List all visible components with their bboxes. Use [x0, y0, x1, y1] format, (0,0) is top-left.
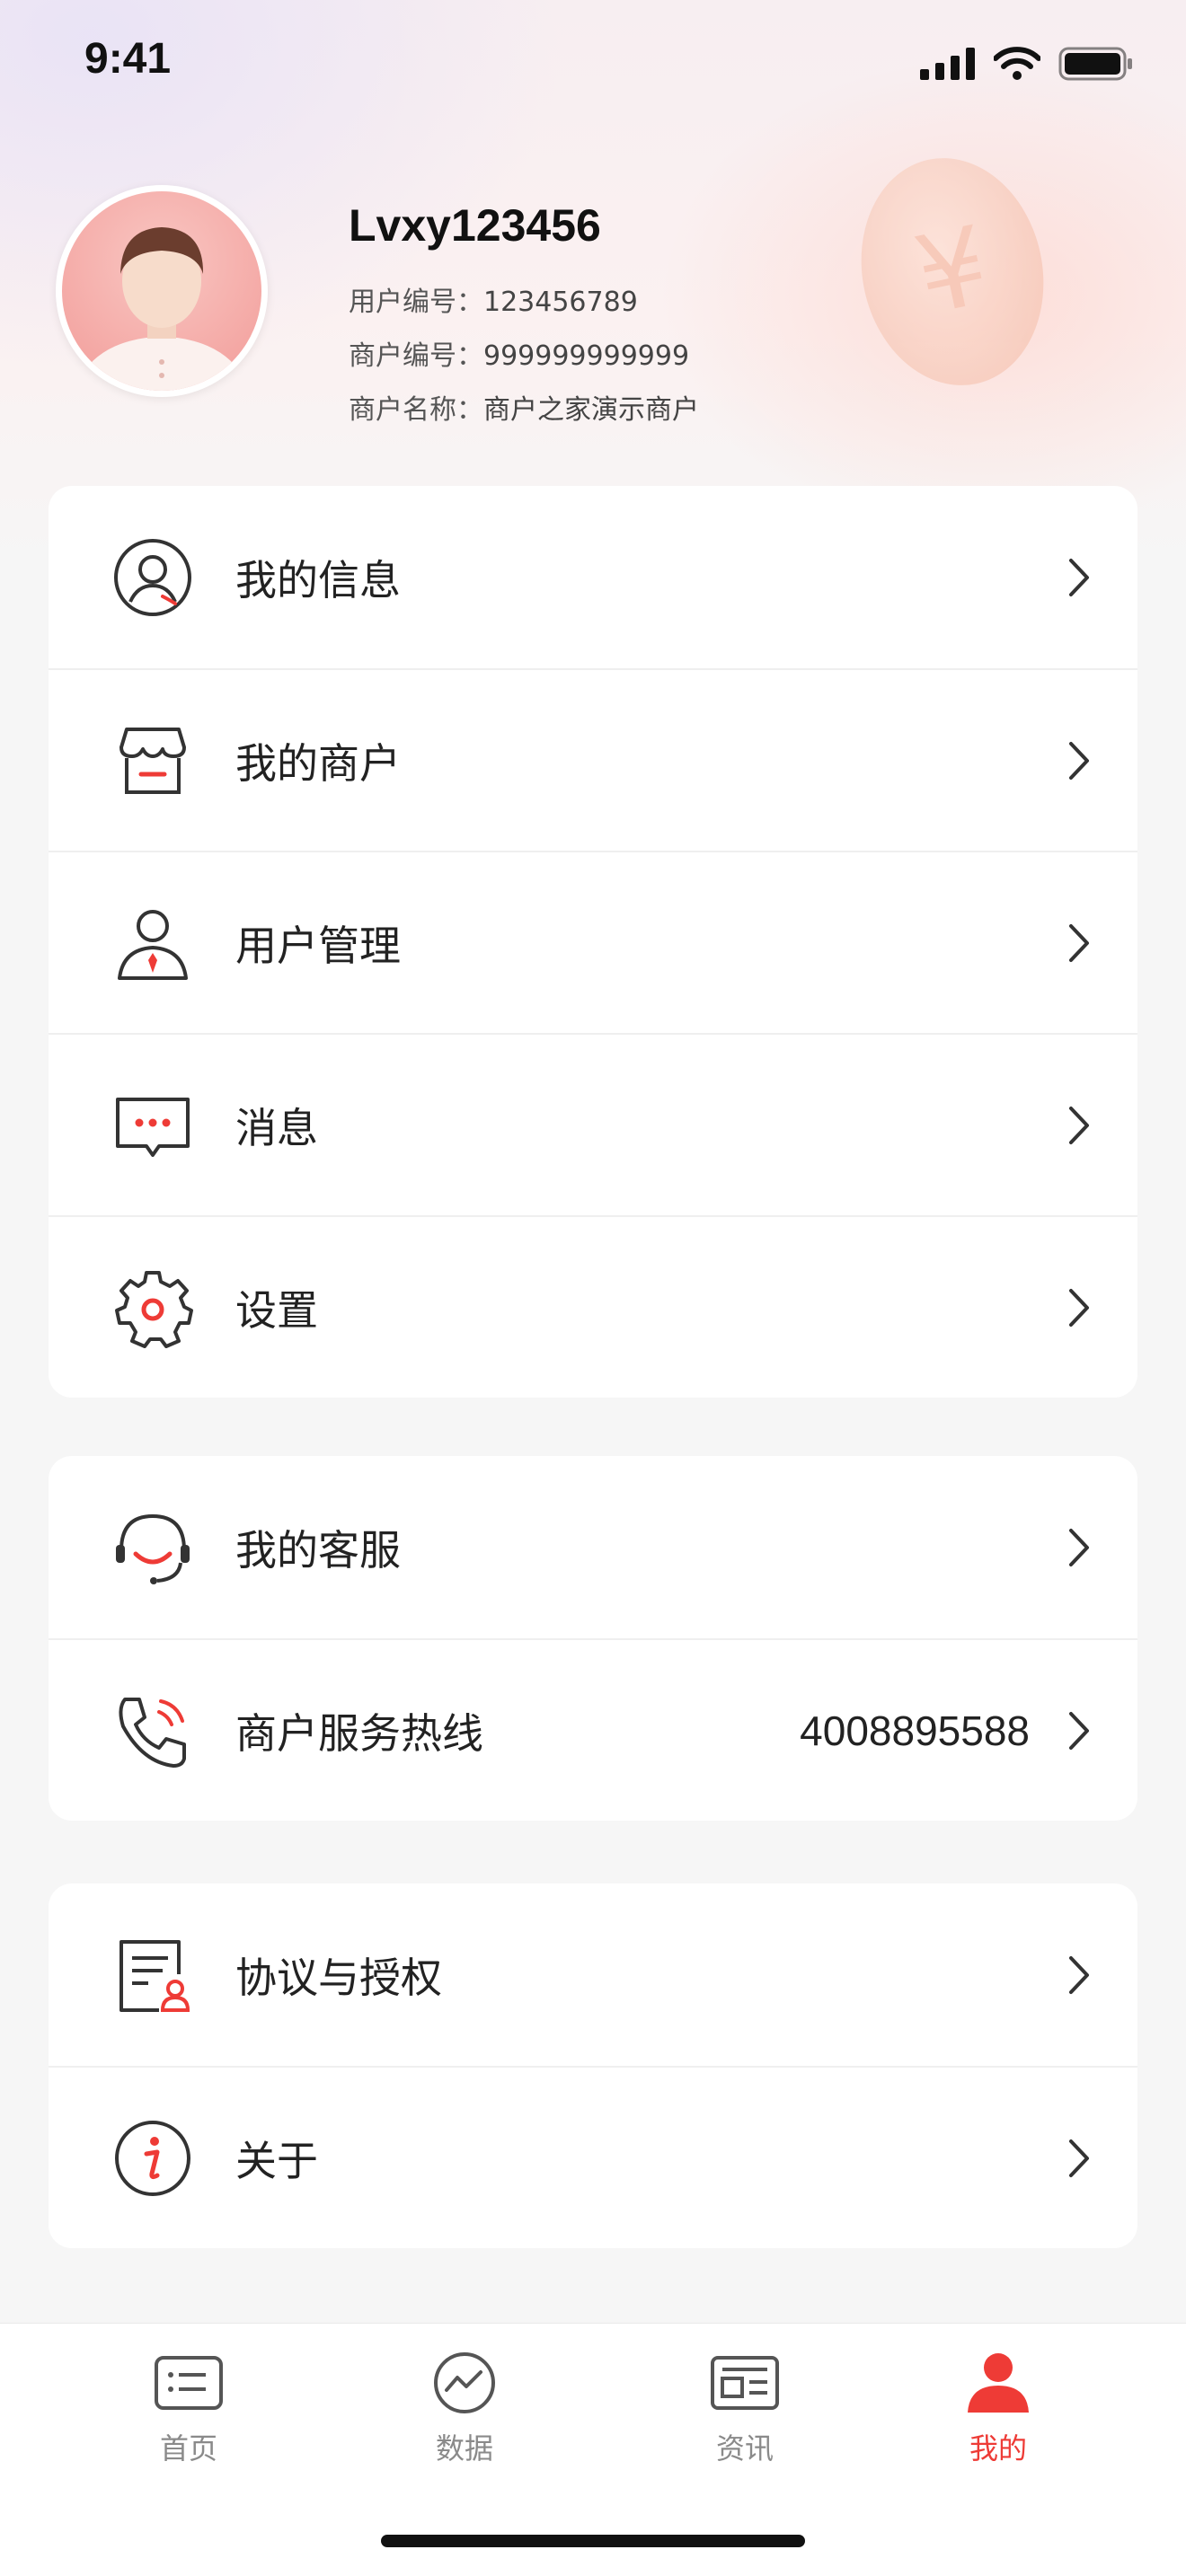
menu-item-customer-service[interactable]: 我的客服	[49, 1456, 1137, 1638]
chevron-right-icon	[1069, 1711, 1089, 1750]
chevron-right-icon	[1069, 1528, 1089, 1566]
menu-card-service: 我的客服 商户服务热线 4008895588	[49, 1456, 1137, 1821]
home-list-icon	[153, 2351, 225, 2415]
chevron-right-icon	[1069, 923, 1089, 962]
menu-item-my-merchant[interactable]: 我的商户	[49, 668, 1137, 851]
wifi-icon	[994, 47, 1040, 80]
person-icon	[962, 2351, 1034, 2415]
gear-icon	[108, 1263, 198, 1353]
merchant-id-value: 999999999999	[483, 340, 690, 372]
user-id-line: 用户编号：123456789	[349, 279, 638, 319]
menu-item-label: 用户管理	[235, 921, 401, 970]
status-bar: 9:41	[0, 0, 1186, 126]
menu-card-account: 我的信息 我的商户 用户管理 消息 设置	[49, 486, 1137, 1398]
chevron-right-icon	[1069, 1955, 1089, 1994]
chevron-right-icon	[1069, 558, 1089, 596]
tab-news[interactable]: 资讯	[655, 2351, 835, 2485]
home-indicator	[381, 2535, 805, 2547]
headset-icon	[108, 1503, 198, 1592]
chevron-right-icon	[1069, 741, 1089, 780]
menu-item-label: 我的客服	[235, 1525, 401, 1575]
menu-item-user-management[interactable]: 用户管理	[49, 851, 1137, 1033]
user-circle-icon	[108, 533, 198, 622]
menu-item-label: 消息	[235, 1103, 318, 1152]
status-time: 9:41	[84, 35, 172, 83]
menu-item-label: 商户服务热线	[235, 1708, 483, 1758]
avatar[interactable]	[56, 185, 268, 397]
menu-item-label: 我的信息	[235, 555, 401, 604]
menu-item-messages[interactable]: 消息	[49, 1033, 1137, 1215]
chevron-right-icon	[1069, 1288, 1089, 1327]
menu-item-label: 设置	[235, 1285, 318, 1335]
menu-item-my-info[interactable]: 我的信息	[49, 486, 1137, 668]
tab-mine[interactable]: 我的	[908, 2351, 1088, 2485]
hotline-number: 4008895588	[800, 1707, 1030, 1754]
chart-icon	[429, 2351, 500, 2415]
menu-item-label: 我的商户	[235, 738, 401, 788]
chevron-right-icon	[1069, 1106, 1089, 1144]
merchant-name-line: 商户名称：商户之家演示商户	[349, 387, 699, 427]
tab-home[interactable]: 首页	[99, 2351, 279, 2485]
username: Lvxy123456	[349, 200, 601, 251]
menu-item-label: 关于	[235, 2136, 318, 2185]
info-icon	[108, 2113, 198, 2203]
merchant-name-value: 商户之家演示商户	[483, 394, 699, 426]
tab-label: 我的	[969, 2431, 1027, 2466]
phone-icon	[108, 1686, 198, 1776]
tab-label: 数据	[435, 2431, 493, 2466]
chevron-right-icon	[1069, 2139, 1089, 2177]
tab-data[interactable]: 数据	[375, 2351, 554, 2485]
user-id-label: 用户编号：	[349, 287, 483, 318]
news-icon	[709, 2351, 781, 2415]
tab-label: 首页	[159, 2431, 217, 2466]
battery-icon	[1058, 47, 1132, 81]
tab-label: 资讯	[715, 2431, 774, 2466]
agreement-icon	[108, 1930, 198, 2020]
menu-item-settings[interactable]: 设置	[49, 1215, 1137, 1398]
message-icon	[108, 1081, 198, 1170]
store-icon	[108, 716, 198, 806]
menu-item-about[interactable]: 关于	[49, 2066, 1137, 2248]
menu-card-about: 协议与授权 关于	[49, 1883, 1137, 2248]
merchant-name-label: 商户名称：	[349, 394, 483, 426]
merchant-id-line: 商户编号：999999999999	[349, 333, 689, 373]
merchant-id-label: 商户编号：	[349, 340, 483, 372]
avatar-person-icon	[79, 227, 244, 391]
menu-item-agreement[interactable]: 协议与授权	[49, 1883, 1137, 2066]
signal-icon	[920, 48, 975, 80]
user-id-value: 123456789	[483, 287, 638, 318]
user-tie-icon	[108, 898, 198, 988]
menu-item-label: 协议与授权	[235, 1953, 442, 2002]
menu-item-service-hotline[interactable]: 商户服务热线 4008895588	[49, 1638, 1137, 1821]
